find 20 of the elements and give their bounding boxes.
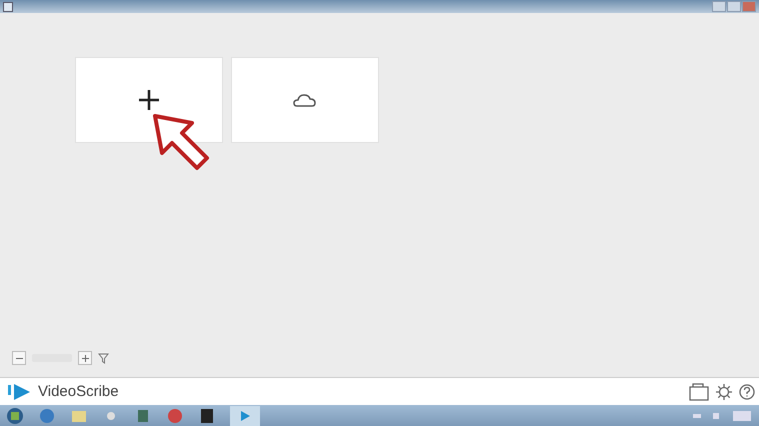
settings-icon[interactable] — [715, 382, 733, 400]
filter-icon[interactable] — [98, 352, 109, 364]
browser-icon[interactable] — [38, 406, 56, 424]
videoscribe-icon[interactable] — [230, 406, 260, 426]
folder-icon[interactable] — [689, 382, 709, 400]
cursor-icon — [152, 113, 210, 173]
app-icon[interactable] — [198, 406, 216, 424]
minimize-button[interactable] — [712, 1, 726, 12]
cloud-icon — [293, 92, 317, 108]
help-icon[interactable] — [739, 382, 755, 400]
system-tray-icon — [693, 408, 753, 422]
start-icon[interactable] — [6, 406, 24, 424]
zoom-out-button[interactable] — [12, 351, 26, 365]
plus-icon — [80, 354, 90, 362]
zoom-in-button[interactable] — [78, 351, 92, 365]
plus-icon — [138, 89, 160, 111]
app-icon — [3, 2, 13, 12]
app-name: VideoScribe — [38, 383, 119, 400]
logo-icon — [6, 382, 32, 400]
maximize-button[interactable] — [727, 1, 741, 12]
